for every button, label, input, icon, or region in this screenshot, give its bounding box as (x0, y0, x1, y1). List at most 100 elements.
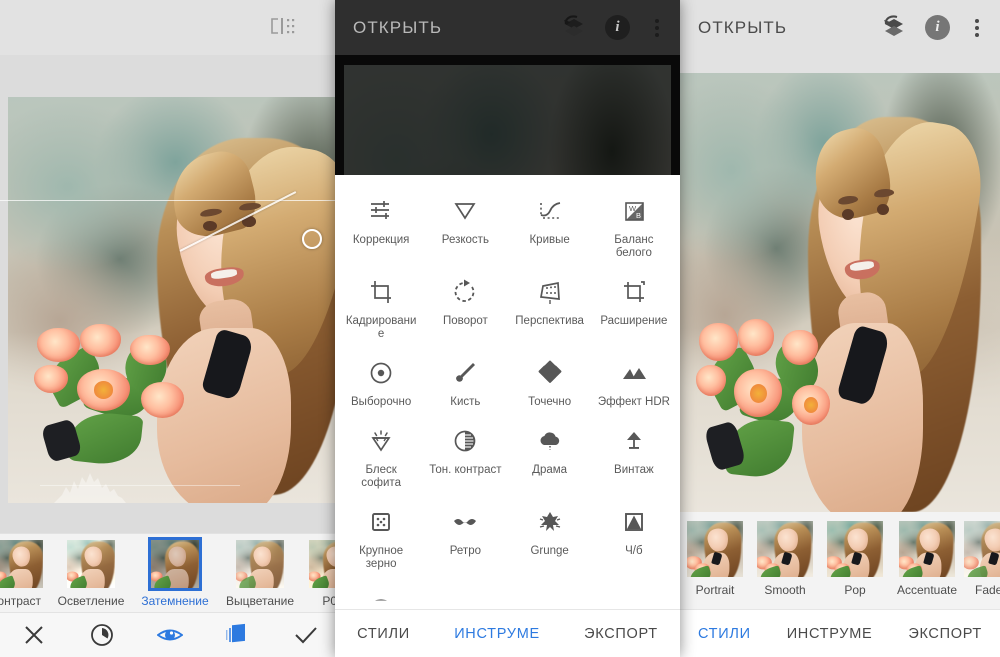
filmstrip-label: й контраст (0, 594, 42, 608)
tool-portrait-partial[interactable] (423, 583, 507, 601)
filmstrip-label: Pop (844, 583, 866, 597)
right-photo-canvas[interactable] (680, 55, 1000, 512)
tool-healing[interactable]: Точечно (508, 353, 592, 409)
grainy-film-icon (367, 506, 395, 536)
filmstrip-item[interactable]: Portrait (680, 521, 750, 597)
tool-tune-image[interactable]: Коррекция (339, 191, 423, 260)
tool-drama[interactable]: Драма (508, 421, 592, 490)
info-icon[interactable]: i (605, 15, 630, 40)
tool-black-white[interactable]: Ч/б (592, 502, 676, 571)
tool-vintage[interactable]: Винтаж (592, 421, 676, 490)
right-tabbar[interactable]: СТИЛИ ИНСТРУМЕ ЭКСПОРТ (680, 609, 1000, 657)
right-appbar-title[interactable]: ОТКРЫТЬ (698, 18, 881, 38)
sharpen-triangle-icon (451, 195, 479, 225)
angle-guide-handle[interactable] (302, 229, 322, 249)
filmstrip-thumb[interactable] (67, 540, 115, 588)
filmstrip-thumb[interactable] (0, 540, 43, 588)
vintage-lamp-icon (620, 425, 648, 455)
mid-photo-preview[interactable] (335, 55, 680, 175)
filmstrip-item[interactable]: й контраст (0, 540, 49, 608)
filmstrip-item[interactable]: Accentuate (890, 521, 964, 597)
tool-grid: Коррекция Резкость Кривые W B Баланс бел… (335, 175, 680, 601)
filmstrip-item[interactable]: Smooth (750, 521, 820, 597)
screenshot-root: й контраст Осветление (0, 0, 1000, 657)
tool-details[interactable]: Резкость (423, 191, 507, 260)
tool-tonal-contrast[interactable]: Тон. контраст (423, 421, 507, 490)
tab-styles[interactable]: СТИЛИ (698, 626, 751, 642)
tool-grainy-film[interactable]: Крупное зерно (339, 502, 423, 571)
right-filmstrip[interactable]: Portrait Smooth Pop Accentuate Fade (680, 512, 1000, 609)
tool-glamour-glow[interactable]: Блеск софита (339, 421, 423, 490)
tool-rotate[interactable]: Поворот (423, 272, 507, 341)
left-phone-panel: й контраст Осветление (0, 0, 340, 657)
tool-head-pose-partial[interactable] (508, 583, 592, 601)
filmstrip-item[interactable]: Pop (820, 521, 890, 597)
overflow-menu-icon[interactable] (968, 18, 986, 38)
portrait-icon (451, 587, 479, 601)
svg-text:B: B (636, 211, 641, 220)
mid-tabbar[interactable]: СТИЛИ ИНСТРУМЕ ЭКСПОРТ (335, 609, 680, 657)
left-bottom-toolbar[interactable] (0, 612, 340, 657)
history-button[interactable] (85, 620, 119, 650)
stack-revert-icon[interactable] (561, 14, 587, 41)
curves-icon (536, 195, 564, 225)
tool-label: Резкость (441, 234, 489, 246)
mid-appbar-title[interactable]: ОТКРЫТЬ (353, 18, 561, 38)
tool-label: Точечно (528, 396, 572, 408)
expand-icon (620, 276, 648, 306)
filmstrip-item[interactable]: Faded (964, 521, 1000, 597)
filmstrip-item[interactable]: Осветление (49, 540, 133, 608)
perspective-icon (536, 276, 564, 306)
selective-target-icon (367, 357, 395, 387)
tool-noir-partial[interactable] (339, 583, 423, 601)
tab-tools[interactable]: ИНСТРУМЕ (787, 626, 873, 642)
histogram-overlay (54, 473, 126, 503)
tool-face-partial[interactable] (592, 583, 676, 601)
stack-revert-icon[interactable] (881, 15, 907, 41)
filmstrip-thumb[interactable] (236, 540, 284, 588)
tool-expand[interactable]: Расширение (592, 272, 676, 341)
tool-perspective[interactable]: Перспектива (508, 272, 592, 341)
tool-hdr[interactable]: Эффект HDR (592, 353, 676, 409)
left-appbar (0, 0, 340, 55)
filmstrip-thumb[interactable] (964, 521, 1000, 577)
cut-icon[interactable] (268, 16, 298, 36)
compare-button[interactable] (153, 620, 187, 650)
tab-styles[interactable]: СТИЛИ (357, 626, 410, 642)
hdr-mountains-icon (620, 357, 648, 387)
tool-label: Кривые (529, 234, 570, 246)
face-icon (620, 587, 648, 601)
filmstrip-item[interactable]: Выцветание (217, 540, 303, 608)
filmstrip-thumb[interactable] (899, 521, 955, 577)
filmstrip-thumb[interactable] (687, 521, 743, 577)
tune-sliders-icon (367, 195, 395, 225)
tool-white-balance[interactable]: W B Баланс белого (592, 191, 676, 260)
tab-tools[interactable]: ИНСТРУМЕ (454, 626, 540, 642)
filmstrip-thumb[interactable] (757, 521, 813, 577)
left-filmstrip[interactable]: й контраст Осветление (0, 534, 340, 612)
tool-label: Поворот (442, 315, 488, 327)
tonal-contrast-icon (451, 425, 479, 455)
filmstrip-thumb[interactable] (827, 521, 883, 577)
brush-icon (451, 357, 479, 387)
tool-curves[interactable]: Кривые (508, 191, 592, 260)
crop-icon (367, 276, 395, 306)
info-icon[interactable]: i (925, 15, 950, 40)
tool-retrolux[interactable]: Ретро (423, 502, 507, 571)
stack-button[interactable] (221, 620, 255, 650)
confirm-button[interactable] (289, 620, 323, 650)
filmstrip-thumb[interactable] (148, 537, 202, 591)
left-photo-image (8, 97, 340, 503)
glamour-glow-icon (367, 425, 395, 455)
tab-export[interactable]: ЭКСПОРТ (908, 626, 982, 642)
tool-selective[interactable]: Выборочно (339, 353, 423, 409)
left-photo-canvas[interactable] (0, 55, 340, 533)
black-white-icon (620, 506, 648, 536)
close-button[interactable] (17, 620, 51, 650)
tool-brush[interactable]: Кисть (423, 353, 507, 409)
tab-export[interactable]: ЭКСПОРТ (584, 626, 658, 642)
overflow-menu-icon[interactable] (648, 18, 666, 38)
tool-grunge[interactable]: Grunge (508, 502, 592, 571)
tool-crop[interactable]: Кадрирование (339, 272, 423, 341)
filmstrip-item-selected[interactable]: Затемнение (133, 537, 217, 608)
